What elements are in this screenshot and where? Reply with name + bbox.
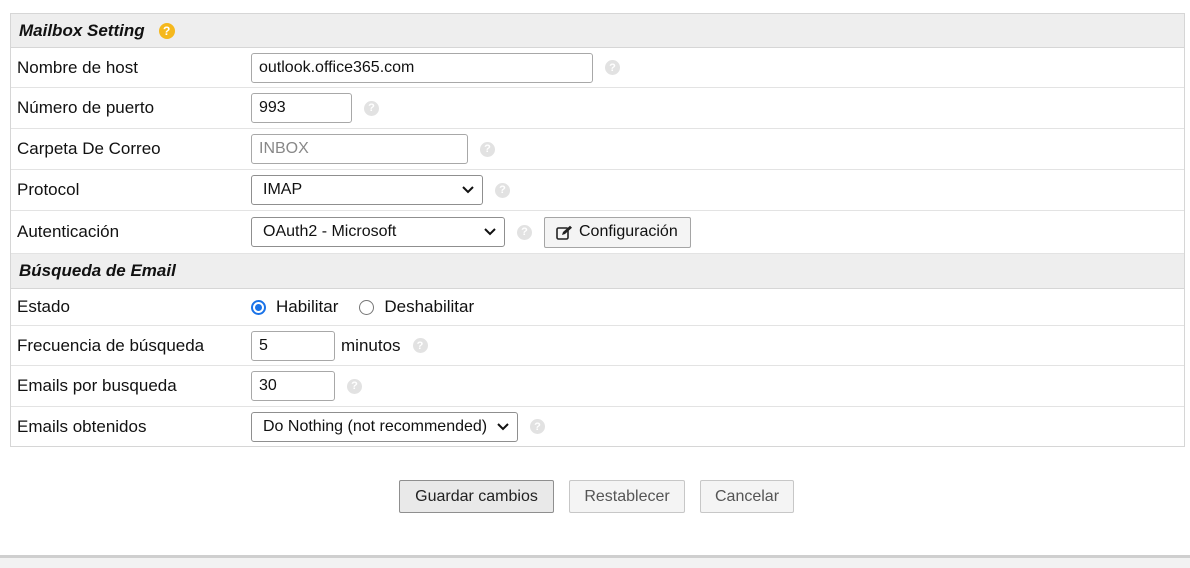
save-button[interactable]: Guardar cambios [399, 480, 554, 513]
host-input[interactable] [251, 52, 593, 83]
status-row: Estado Habilitar Deshabilitar [11, 289, 1184, 326]
cancel-button-label: Cancelar [714, 487, 780, 505]
port-label: Número de puerto [17, 98, 155, 117]
per-search-row: Emails por busqueda ? [11, 366, 1184, 407]
search-section-header: Búsqueda de Email [11, 254, 1184, 289]
bottom-divider [0, 555, 1190, 568]
disable-radio-label[interactable]: Deshabilitar [384, 297, 474, 317]
fetched-label: Emails obtenidos [17, 416, 147, 436]
cancel-button[interactable]: Cancelar [700, 480, 794, 513]
host-row: Nombre de host ? [11, 48, 1184, 88]
auth-select-value: OAuth2 - Microsoft [263, 223, 397, 240]
help-icon[interactable]: ? [412, 338, 428, 353]
frequency-label: Frecuencia de búsqueda [17, 335, 205, 355]
folder-label: Carpeta De Correo [17, 139, 161, 158]
port-input[interactable] [251, 93, 352, 123]
frequency-input[interactable] [251, 330, 335, 361]
enable-radio-label[interactable]: Habilitar [276, 297, 338, 317]
protocol-label: Protocol [17, 180, 80, 199]
frequency-row: Frecuencia de búsqueda minutos ? [11, 326, 1184, 366]
host-label: Nombre de host [17, 57, 138, 77]
per-search-label: Emails por busqueda [17, 376, 177, 395]
port-row: Número de puerto ? [11, 88, 1184, 129]
per-search-input[interactable] [251, 371, 335, 401]
auth-select[interactable]: OAuth2 - Microsoft [251, 217, 505, 247]
fetched-select-value: Do Nothing (not recommended) [263, 417, 488, 435]
protocol-select-value: IMAP [263, 181, 303, 198]
configuration-button-label: Configuración [579, 223, 678, 240]
fetched-row: Emails obtenidos Do Nothing (not recomme… [11, 407, 1184, 446]
chevron-down-icon [462, 186, 474, 194]
folder-input[interactable] [251, 134, 468, 164]
chevron-down-icon [497, 422, 509, 430]
chevron-down-icon [484, 228, 496, 236]
protocol-select[interactable]: IMAP [251, 175, 483, 205]
help-icon[interactable]: ? [517, 224, 532, 240]
disable-radio[interactable] [359, 299, 375, 315]
search-section-title: Búsqueda de Email [19, 261, 176, 280]
help-icon[interactable]: ? [364, 100, 379, 116]
status-label: Estado [17, 297, 70, 316]
folder-row: Carpeta De Correo ? [11, 129, 1184, 170]
help-icon[interactable]: ? [480, 141, 495, 157]
enable-radio[interactable] [251, 299, 266, 315]
frequency-unit: minutos [341, 335, 401, 355]
auth-row: Autenticación OAuth2 - Microsoft ? Confi… [11, 211, 1184, 254]
reset-button-label: Restablecer [584, 487, 670, 505]
form-actions: Guardar cambios Restablecer Cancelar [0, 480, 1190, 514]
reset-button[interactable]: Restablecer [569, 480, 685, 513]
settings-form: Mailbox Setting ? Nombre de host ? Númer… [10, 13, 1185, 447]
help-icon[interactable]: ? [530, 419, 545, 434]
auth-label: Autenticación [17, 222, 120, 241]
edit-icon [556, 225, 572, 240]
mailbox-section-header: Mailbox Setting ? [11, 14, 1184, 48]
help-icon[interactable]: ? [605, 60, 620, 75]
save-button-label: Guardar cambios [415, 487, 538, 505]
mailbox-section-title: Mailbox Setting [19, 20, 145, 40]
warning-question-icon[interactable]: ? [158, 22, 175, 39]
protocol-row: Protocol IMAP ? [11, 170, 1184, 211]
configuration-button[interactable]: Configuración [544, 216, 691, 248]
help-icon[interactable]: ? [347, 378, 362, 394]
fetched-select[interactable]: Do Nothing (not recommended) [251, 411, 518, 442]
help-icon[interactable]: ? [495, 182, 510, 198]
